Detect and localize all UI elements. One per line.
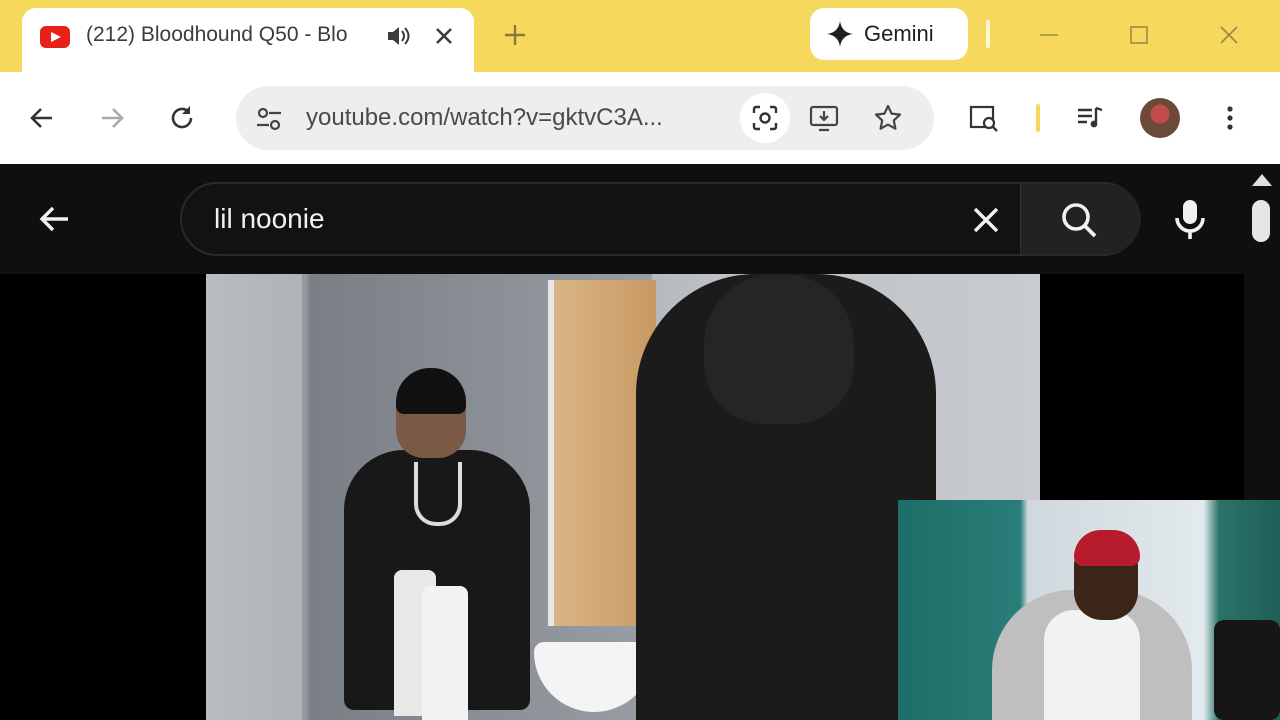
- google-lens-icon: [752, 105, 778, 131]
- back-arrow-icon[interactable]: [26, 102, 58, 134]
- youtube-header: lil noonie: [0, 164, 1280, 274]
- video-chain: [414, 462, 462, 526]
- media-controls-icon[interactable]: [1074, 102, 1106, 134]
- tab-strip: (212) Bloodhound Q50 - Blo Gemini: [0, 0, 1280, 72]
- more-menu-icon[interactable]: [1214, 102, 1246, 134]
- search-box[interactable]: lil noonie: [180, 182, 1141, 256]
- lens-button[interactable]: [740, 93, 790, 143]
- search-icon: [1062, 203, 1097, 238]
- video-bottle: [422, 586, 468, 720]
- microphone-icon[interactable]: [1170, 198, 1210, 242]
- close-tab-icon[interactable]: [430, 22, 458, 50]
- back-arrow-icon[interactable]: [36, 200, 74, 238]
- search-button[interactable]: [1020, 184, 1141, 254]
- toolbar-divider: [1036, 104, 1040, 132]
- url-text[interactable]: youtube.com/watch?v=gktvC3A...: [306, 104, 716, 132]
- gemini-button[interactable]: Gemini: [810, 8, 968, 60]
- bookmark-star-icon[interactable]: [872, 102, 904, 134]
- forward-arrow-icon[interactable]: [96, 102, 128, 134]
- video-hood: [704, 274, 854, 424]
- reload-icon[interactable]: [166, 102, 198, 134]
- webcam-overlay: [898, 500, 1280, 720]
- gemini-label: Gemini: [864, 21, 934, 46]
- tab-strip-divider: [986, 20, 990, 48]
- webcam-chair: [1214, 620, 1280, 720]
- search-tabs-icon[interactable]: [968, 102, 1000, 134]
- scroll-up-arrow-icon[interactable]: [1252, 174, 1272, 186]
- youtube-icon: [40, 26, 70, 48]
- search-input[interactable]: lil noonie: [214, 203, 325, 235]
- scroll-thumb[interactable]: [1252, 200, 1270, 242]
- close-window-icon[interactable]: [1214, 20, 1244, 50]
- profile-avatar[interactable]: [1140, 98, 1180, 138]
- webcam-person-shirt: [1044, 610, 1140, 720]
- browser-toolbar: youtube.com/watch?v=gktvC3A...: [0, 72, 1280, 164]
- gemini-sparkle-icon: [827, 21, 853, 47]
- install-app-icon[interactable]: [808, 102, 840, 134]
- webcam-person-cap: [1074, 530, 1140, 566]
- new-tab-icon[interactable]: [500, 20, 530, 50]
- tab-title: (212) Bloodhound Q50 - Blo: [86, 23, 348, 46]
- site-settings-icon[interactable]: [254, 104, 284, 134]
- minimize-icon[interactable]: [1034, 20, 1064, 50]
- maximize-icon[interactable]: [1124, 20, 1154, 50]
- browser-tab-active[interactable]: (212) Bloodhound Q50 - Blo: [22, 8, 474, 72]
- clear-search-icon[interactable]: [970, 204, 1002, 236]
- address-bar[interactable]: youtube.com/watch?v=gktvC3A...: [236, 86, 934, 150]
- speaker-icon[interactable]: [384, 22, 412, 50]
